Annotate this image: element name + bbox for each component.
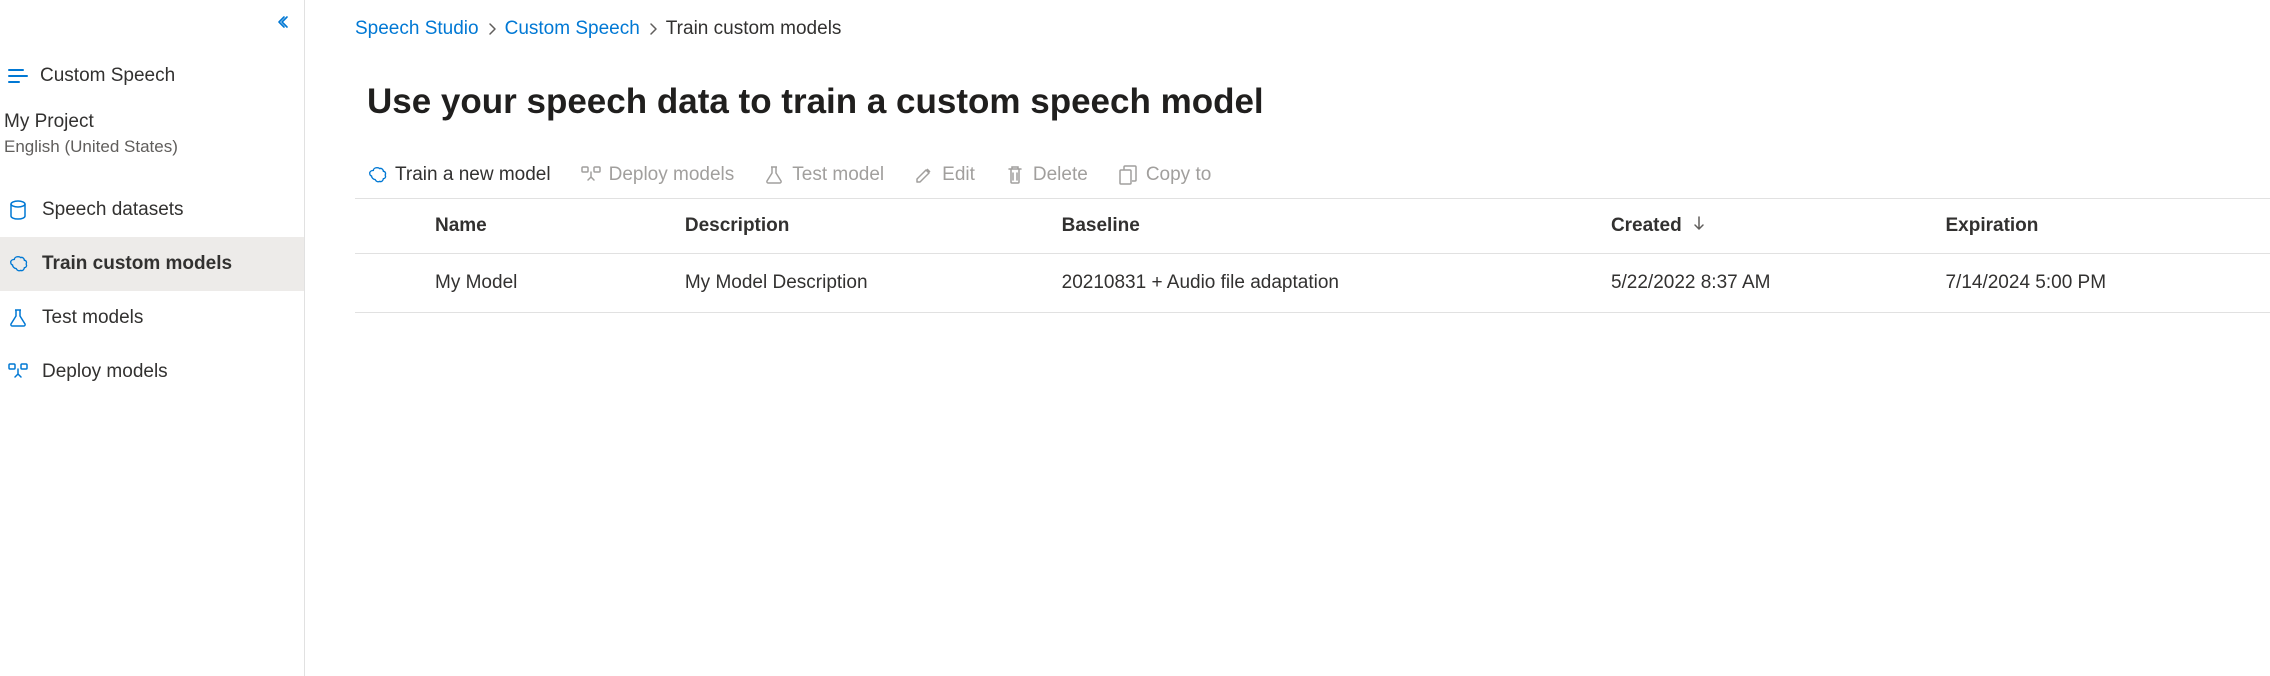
toolbar-label: Train a new model bbox=[395, 164, 551, 186]
cell-description: My Model Description bbox=[673, 254, 1050, 313]
table-header-row: Name Description Baseline Created Expira… bbox=[355, 199, 2270, 254]
list-icon bbox=[8, 68, 28, 84]
column-header-name[interactable]: Name bbox=[355, 199, 673, 254]
deploy-icon bbox=[581, 166, 601, 184]
column-header-description[interactable]: Description bbox=[673, 199, 1050, 254]
brain-icon bbox=[367, 165, 387, 185]
sidebar-item-test-models[interactable]: Test models bbox=[0, 291, 304, 345]
train-new-model-button[interactable]: Train a new model bbox=[367, 164, 551, 186]
edit-button: Edit bbox=[914, 164, 975, 186]
toolbar-label: Test model bbox=[792, 164, 884, 186]
test-model-button: Test model bbox=[764, 164, 884, 186]
cell-name: My Model bbox=[355, 254, 673, 313]
copy-to-button: Copy to bbox=[1118, 164, 1211, 186]
chevron-right-icon bbox=[487, 22, 497, 36]
toolbar-label: Deploy models bbox=[609, 164, 735, 186]
toolbar-label: Copy to bbox=[1146, 164, 1211, 186]
breadcrumb-current: Train custom models bbox=[666, 18, 842, 40]
main-content: Speech Studio Custom Speech Train custom… bbox=[305, 0, 2270, 676]
flask-icon bbox=[764, 165, 784, 185]
edit-icon bbox=[914, 166, 934, 184]
cell-created: 5/22/2022 8:37 AM bbox=[1599, 254, 1934, 313]
copy-icon bbox=[1118, 165, 1138, 185]
breadcrumb-link-speech-studio[interactable]: Speech Studio bbox=[355, 18, 479, 40]
toolbar-label: Edit bbox=[942, 164, 975, 186]
sidebar-item-label: Deploy models bbox=[42, 361, 168, 383]
deploy-icon bbox=[8, 363, 28, 381]
breadcrumb: Speech Studio Custom Speech Train custom… bbox=[355, 18, 2270, 40]
delete-button: Delete bbox=[1005, 164, 1088, 186]
column-header-baseline[interactable]: Baseline bbox=[1050, 199, 1599, 254]
sidebar-item-train-custom-models[interactable]: Train custom models bbox=[0, 237, 304, 291]
column-header-expiration[interactable]: Expiration bbox=[1933, 199, 2270, 254]
column-header-created[interactable]: Created bbox=[1599, 199, 1934, 254]
models-table: Name Description Baseline Created Expira… bbox=[355, 199, 2270, 313]
cell-baseline: 20210831 + Audio file adaptation bbox=[1050, 254, 1599, 313]
cell-expiration: 7/14/2024 5:00 PM bbox=[1933, 254, 2270, 313]
project-name: My Project bbox=[0, 111, 304, 137]
sidebar-item-deploy-models[interactable]: Deploy models bbox=[0, 345, 304, 399]
sidebar: Custom Speech My Project English (United… bbox=[0, 0, 305, 676]
breadcrumb-link-custom-speech[interactable]: Custom Speech bbox=[505, 18, 640, 40]
sidebar-header[interactable]: Custom Speech bbox=[0, 20, 304, 111]
sidebar-item-label: Speech datasets bbox=[42, 199, 184, 221]
page-title: Use your speech data to train a custom s… bbox=[355, 82, 2270, 122]
brain-icon bbox=[8, 254, 28, 274]
chevron-right-icon bbox=[648, 22, 658, 36]
sidebar-header-label: Custom Speech bbox=[40, 65, 175, 87]
sidebar-item-speech-datasets[interactable]: Speech datasets bbox=[0, 183, 304, 237]
table-row[interactable]: My Model My Model Description 20210831 +… bbox=[355, 254, 2270, 313]
sidebar-item-label: Test models bbox=[42, 307, 143, 329]
project-locale: English (United States) bbox=[0, 137, 304, 183]
sidebar-item-label: Train custom models bbox=[42, 253, 232, 275]
trash-icon bbox=[1005, 165, 1025, 185]
toolbar: Train a new model Deploy models Test mod… bbox=[355, 164, 2270, 199]
database-icon bbox=[8, 200, 28, 220]
flask-icon bbox=[8, 308, 28, 328]
deploy-models-button: Deploy models bbox=[581, 164, 735, 186]
toolbar-label: Delete bbox=[1033, 164, 1088, 186]
sort-down-icon bbox=[1693, 215, 1705, 237]
collapse-sidebar-button[interactable] bbox=[274, 14, 290, 30]
